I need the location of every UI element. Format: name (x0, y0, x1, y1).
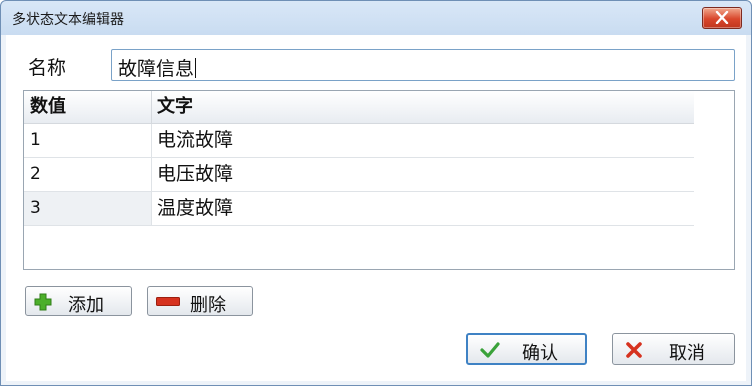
text-cell[interactable]: 电压故障 (157, 158, 233, 191)
name-input-value: 故障信息 (118, 58, 195, 80)
name-input[interactable]: 故障信息 (111, 49, 735, 81)
table-row[interactable]: 3 温度故障 (24, 192, 694, 226)
close-button[interactable] (702, 7, 742, 29)
column-divider[interactable] (151, 91, 152, 123)
table-row[interactable]: 1 电流故障 (24, 124, 694, 158)
text-cell[interactable]: 电流故障 (157, 124, 233, 157)
text-caret (195, 58, 197, 78)
plus-icon (34, 293, 52, 311)
x-icon (626, 342, 642, 358)
value-cell[interactable]: 2 (24, 158, 152, 191)
table-row[interactable]: 2 电压故障 (24, 158, 694, 192)
value-cell[interactable]: 1 (24, 124, 152, 157)
table-header: 数值 文字 (24, 91, 694, 124)
add-button[interactable]: 添加 (25, 286, 132, 316)
delete-button[interactable]: 删除 (147, 286, 253, 316)
column-header-value[interactable]: 数值 (30, 91, 66, 123)
ok-button-label: 确认 (522, 343, 558, 364)
close-icon (715, 11, 729, 24)
cancel-button-label: 取消 (669, 343, 705, 364)
column-header-text[interactable]: 文字 (157, 91, 193, 123)
delete-button-label: 删除 (190, 295, 226, 316)
checkmark-icon (480, 342, 500, 358)
dialog-window: 多状态文本编辑器 名称 故障信息 数值 文字 1 电流故障 2 电压故障 3 温… (0, 0, 752, 386)
state-table[interactable]: 数值 文字 1 电流故障 2 电压故障 3 温度故障 (23, 90, 735, 270)
add-button-label: 添加 (68, 295, 104, 316)
name-label: 名称 (28, 57, 67, 79)
value-cell[interactable]: 3 (24, 192, 152, 225)
title-bar[interactable]: 多状态文本编辑器 (1, 1, 751, 35)
text-cell[interactable]: 温度故障 (157, 192, 233, 225)
window-title: 多状态文本编辑器 (12, 12, 124, 28)
ok-button[interactable]: 确认 (466, 333, 587, 365)
cancel-button[interactable]: 取消 (612, 333, 735, 365)
dialog-content: 名称 故障信息 数值 文字 1 电流故障 2 电压故障 3 温度故障 添加 删除… (6, 35, 746, 381)
minus-icon (156, 297, 180, 306)
